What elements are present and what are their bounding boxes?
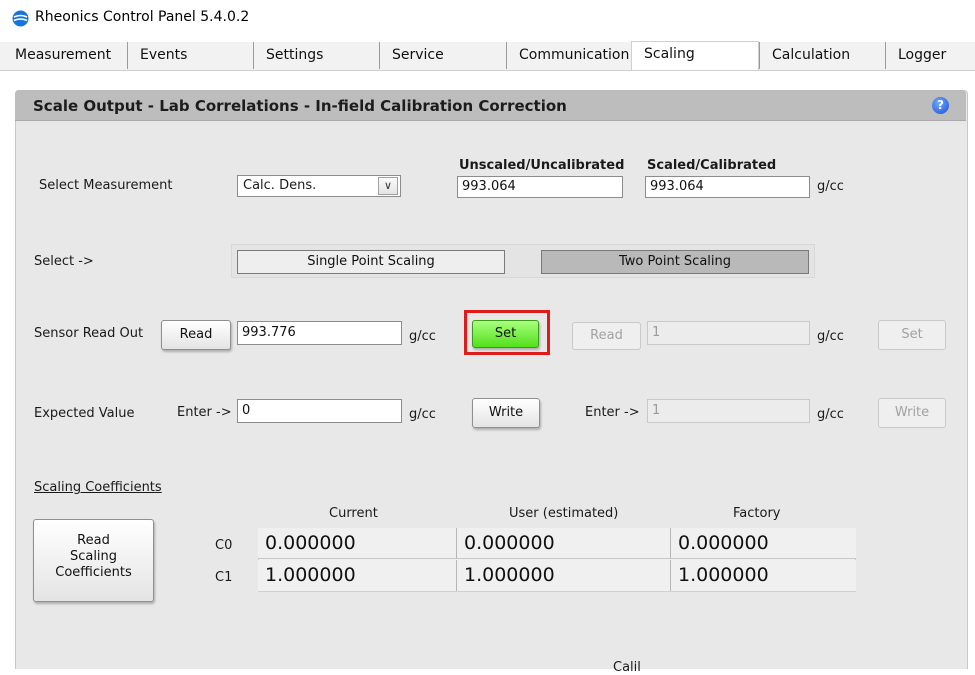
tab-label: Measurement	[15, 47, 112, 63]
unscaled-value-field: 993.064	[457, 176, 623, 198]
button-line: Read	[77, 533, 110, 548]
set-button[interactable]: Set	[472, 320, 539, 348]
button-line: Coefficients	[55, 565, 132, 580]
write-button[interactable]: Write	[472, 398, 540, 428]
column-header-current: Current	[329, 506, 378, 521]
sensor-readout-label: Sensor Read Out	[34, 326, 144, 341]
panel-title: Scale Output - Lab Correlations - In-fie…	[33, 97, 567, 115]
tab-label: Settings	[266, 47, 324, 63]
enter-point2-label: Enter ->	[585, 405, 640, 420]
read-point2-button[interactable]: Read	[572, 322, 641, 350]
select-measurement-label: Select Measurement	[39, 178, 173, 193]
two-point-scaling-button[interactable]: Two Point Scaling	[541, 250, 809, 274]
scaling-coefficients-link[interactable]: Scaling Coefficients	[34, 480, 162, 495]
read-scaling-coefficients-button[interactable]: Read Scaling Coefficients	[33, 519, 154, 602]
write-point2-button[interactable]: Write	[878, 398, 946, 428]
select-mode-label: Select ->	[34, 254, 94, 269]
rheonics-logo-icon	[12, 10, 29, 27]
tab-logger[interactable]: Logger	[885, 42, 975, 69]
row-label-c1: C1	[215, 570, 233, 585]
expected-value-label: Expected Value	[34, 406, 135, 421]
tab-strip: Measurement Events Settings Service Comm…	[0, 41, 975, 71]
column-header-user-estimated: User (estimated)	[509, 506, 619, 521]
expected-value-unit: g/cc	[409, 407, 436, 422]
coef-c0-current: 0.000000	[258, 528, 457, 559]
tab-communication[interactable]: Communication	[506, 42, 631, 69]
scaled-value-field: 993.064	[645, 176, 810, 198]
sensor-readout-point2-field[interactable]: 1	[647, 321, 810, 345]
tab-calculation[interactable]: Calculation	[759, 42, 885, 69]
column-header-factory: Factory	[733, 506, 781, 521]
tab-events[interactable]: Events	[127, 42, 253, 69]
tab-settings[interactable]: Settings	[253, 42, 379, 69]
coef-c1-factory: 1.000000	[671, 560, 856, 591]
tab-measurement[interactable]: Measurement	[3, 42, 127, 69]
tab-label: Communication	[519, 47, 630, 63]
measurement-select-value: Calc. Dens.	[243, 178, 317, 193]
set-point2-button[interactable]: Set	[878, 320, 946, 350]
coef-c0-factory: 0.000000	[671, 528, 856, 559]
tab-scaling[interactable]: Scaling	[631, 41, 759, 70]
tab-label: Scaling	[644, 46, 695, 62]
expected-value-point2-unit: g/cc	[817, 407, 844, 422]
sensor-readout-point2-unit: g/cc	[817, 329, 844, 344]
single-point-scaling-button[interactable]: Single Point Scaling	[237, 250, 505, 274]
window-title: Rheonics Control Panel 5.4.0.2	[35, 9, 250, 25]
coef-c1-current: 1.000000	[258, 560, 457, 591]
tab-label: Calculation	[772, 47, 851, 63]
read-button[interactable]: Read	[161, 320, 231, 350]
tab-label: Events	[140, 47, 188, 63]
scaled-unit: g/cc	[817, 179, 844, 194]
sensor-readout-field[interactable]: 993.776	[237, 321, 402, 345]
sensor-readout-unit: g/cc	[409, 329, 436, 344]
tab-label: Service	[392, 47, 444, 63]
chevron-down-icon[interactable]: ∨	[378, 177, 398, 195]
unscaled-header: Unscaled/Uncalibrated	[459, 158, 625, 173]
tab-label: Logger	[898, 47, 947, 63]
expected-value-field[interactable]: 0	[237, 399, 402, 423]
coef-c0-user: 0.000000	[457, 528, 671, 559]
expected-value-point2-field[interactable]: 1	[647, 399, 810, 423]
enter-label: Enter ->	[177, 405, 232, 420]
row-label-c0: C0	[215, 538, 233, 553]
help-icon[interactable]: ?	[932, 97, 949, 114]
button-line: Scaling	[69, 549, 118, 564]
scaled-header: Scaled/Calibrated	[647, 158, 777, 173]
tab-service[interactable]: Service	[379, 42, 506, 69]
coef-c1-user: 1.000000	[457, 560, 671, 591]
